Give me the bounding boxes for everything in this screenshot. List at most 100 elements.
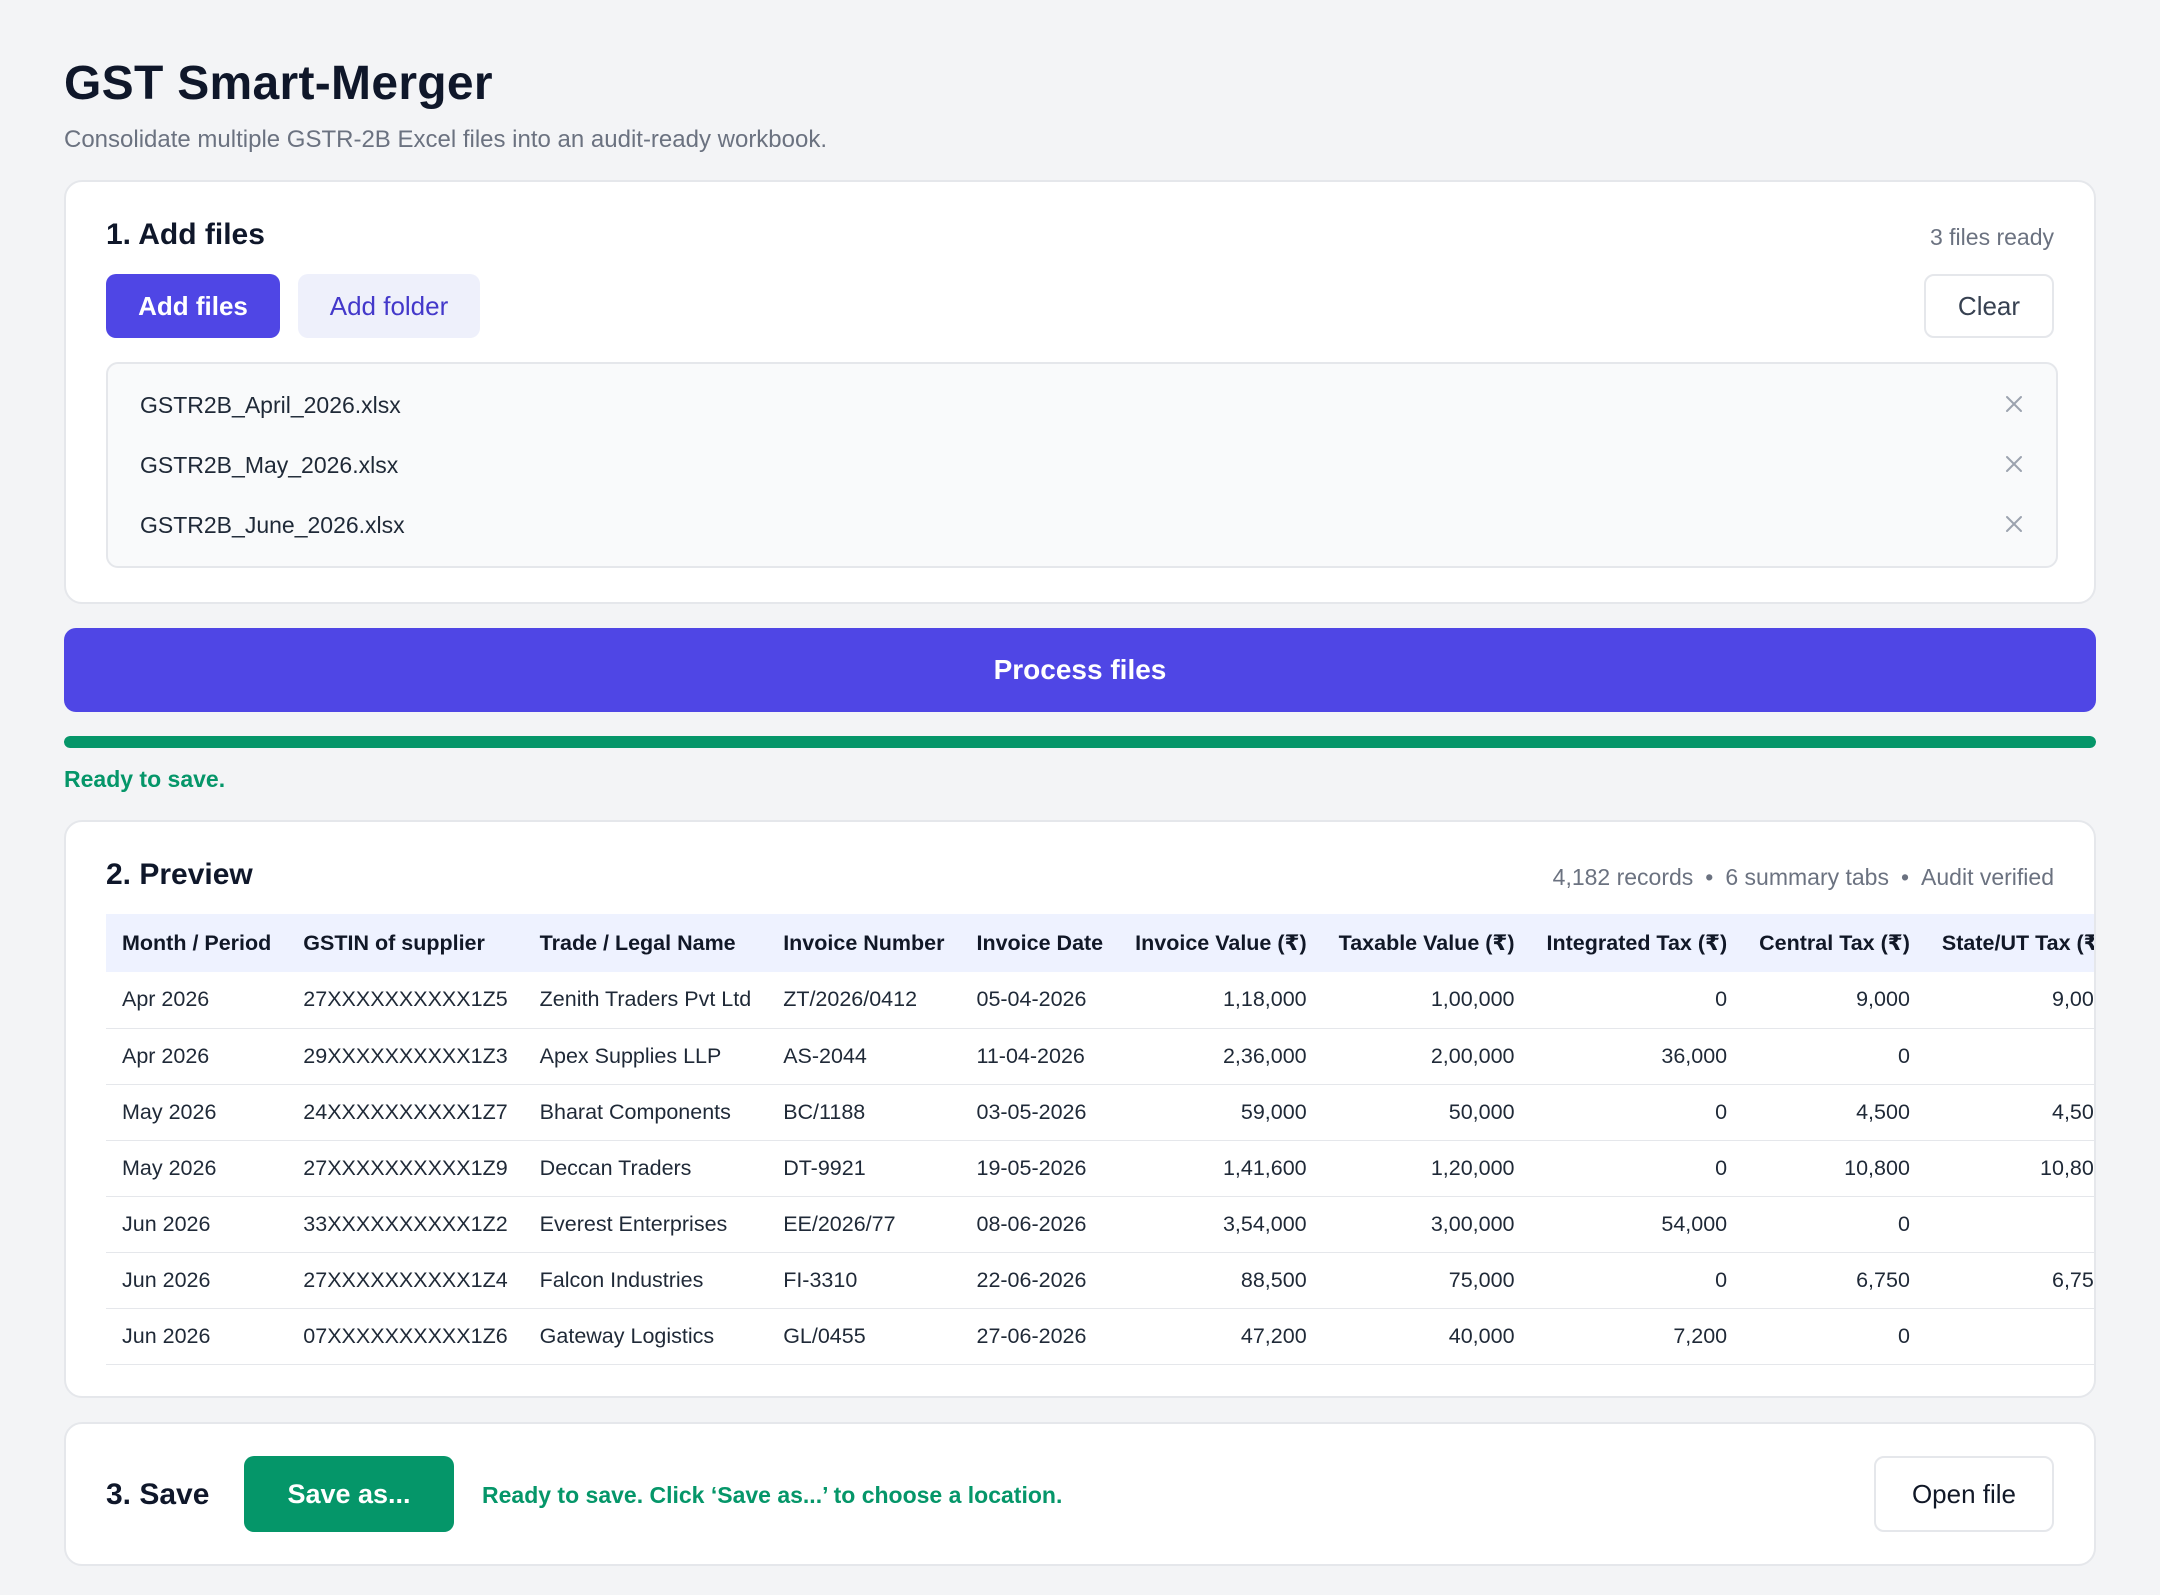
table-cell: May 2026 [106, 1140, 288, 1197]
file-name: GSTR2B_April_2026.xlsx [140, 392, 401, 418]
column-header[interactable]: Month / Period [106, 914, 288, 972]
table-cell: Jun 2026 [106, 1308, 288, 1365]
table-row[interactable]: Apr 2026 27XXXXXXXXXX1Z5 Zenith Traders Pv… [106, 972, 2094, 1029]
table-cell: Gateway Logistics [523, 1308, 768, 1365]
file-name: GSTR2B_May_2026.xlsx [140, 452, 399, 478]
files-ready-count: 3 files ready [1929, 224, 2054, 250]
column-header[interactable]: State/UT Tax (₹) [1925, 914, 2094, 972]
table-cell: Bharat Components [523, 1084, 768, 1141]
table-cell: 1,41,600 [1119, 1140, 1323, 1197]
save-card: 3. Save Save as... Ready to save. Click … [64, 1422, 2096, 1566]
table-cell: 27XXXXXXXXXX1Z4 [287, 1252, 524, 1309]
table-cell: 40,000 [1322, 1308, 1531, 1365]
file-item: GSTR2B_May_2026.xlsx [108, 436, 2056, 496]
page-subtitle: Consolidate multiple GSTR-2B Excel files… [64, 126, 828, 153]
table-cell: 2,36,000 [1119, 1028, 1323, 1085]
file-item: GSTR2B_April_2026.xlsx [108, 376, 2056, 436]
table-cell: 7,200 [1530, 1308, 1744, 1365]
table-cell: Jun 2026 [106, 1196, 288, 1253]
add-files-button[interactable]: Add files [106, 274, 280, 338]
remove-file-icon[interactable] [2002, 452, 2026, 476]
remove-file-icon[interactable] [2002, 512, 2026, 536]
table-cell: 27-06-2026 [960, 1308, 1120, 1365]
separator-dot: • [1705, 864, 1714, 890]
table-cell: 1,00,000 [1322, 972, 1531, 1029]
remove-file-icon[interactable] [2002, 392, 2026, 416]
column-header[interactable]: Invoice Number [767, 914, 961, 972]
table-cell: 59,000 [1119, 1084, 1323, 1141]
column-header[interactable]: Invoice Date [960, 914, 1120, 972]
column-header[interactable]: Trade / Legal Name [523, 914, 768, 972]
page-title: GST Smart-Merger [64, 57, 493, 110]
table-cell: 29XXXXXXXXXX1Z3 [287, 1028, 524, 1085]
progress-bar [64, 736, 2096, 748]
table-cell: 0 [1743, 1196, 1926, 1253]
table-cell: 50,000 [1322, 1084, 1531, 1141]
table-cell: ZT/2026/0412 [767, 972, 961, 1029]
table-cell: 0 [1530, 972, 1744, 1029]
save-as-button[interactable]: Save as... [244, 1456, 454, 1532]
table-cell: Zenith Traders Pvt Ltd [523, 972, 768, 1029]
preview-table: Month / Period GSTIN of supplier Trade /… [106, 914, 2094, 1365]
table-header-row: Month / Period GSTIN of supplier Trade /… [106, 914, 2094, 972]
table-cell: Everest Enterprises [523, 1196, 768, 1253]
clear-button[interactable]: Clear [1924, 274, 2054, 338]
table-cell: 47,200 [1119, 1308, 1323, 1365]
audit-status: Audit verified [1921, 864, 2054, 890]
table-cell: 1,20,000 [1322, 1140, 1531, 1197]
table-row[interactable]: Jun 2026 33XXXXXXXXXX1Z2 Everest Enterpris… [106, 1196, 2094, 1253]
table-cell: 10,800 [1743, 1140, 1926, 1197]
file-item: GSTR2B_June_2026.xlsx [108, 496, 2056, 556]
table-cell: DT-9921 [767, 1140, 961, 1197]
process-files-button[interactable]: Process files [64, 628, 2096, 712]
table-cell: Apex Supplies LLP [523, 1028, 768, 1085]
table-cell: 07XXXXXXXXXX1Z6 [287, 1308, 524, 1365]
table-row[interactable]: Jun 2026 27XXXXXXXXXX1Z4 Falcon Industries… [106, 1252, 2094, 1309]
table-cell: FI-3310 [767, 1252, 961, 1309]
table-cell: 9,000 [1743, 972, 1926, 1029]
table-row[interactable]: May 2026 27XXXXXXXXXX1Z9 Deccan Traders DT-… [106, 1140, 2094, 1197]
table-cell: BC/1188 [767, 1084, 961, 1141]
table-cell: EE/2026/77 [767, 1196, 961, 1253]
column-header[interactable]: Invoice Value (₹) [1119, 914, 1323, 972]
table-cell: 2,00,000 [1322, 1028, 1531, 1085]
save-status: Ready to save. Click ‘Save as...’ to cho… [482, 1482, 1063, 1508]
table-cell: 05-04-2026 [960, 972, 1120, 1029]
table-cell: 4,500 [1743, 1084, 1926, 1141]
table-cell: 11-04-2026 [960, 1028, 1120, 1085]
table-cell: 24XXXXXXXXXX1Z7 [287, 1084, 524, 1141]
table-cell: 75,000 [1322, 1252, 1531, 1309]
table-cell: 27XXXXXXXXXX1Z9 [287, 1140, 524, 1197]
table-cell: 4,500 [1925, 1084, 2094, 1141]
save-section-title: 3. Save [106, 1478, 210, 1511]
summary-tabs-count: 6 summary tabs [1725, 864, 1889, 890]
table-cell: 0 [1530, 1084, 1744, 1141]
table-row[interactable]: Jun 2026 07XXXXXXXXXX1Z6 Gateway Logistics… [106, 1308, 2094, 1365]
table-cell: Apr 2026 [106, 972, 288, 1029]
table-cell: 3,54,000 [1119, 1196, 1323, 1253]
table-cell: 22-06-2026 [960, 1252, 1120, 1309]
preview-card: 2. Preview 4,182 records • 6 summary tabs •… [64, 820, 2096, 1398]
column-header[interactable]: Taxable Value (₹) [1322, 914, 1531, 972]
table-cell: Deccan Traders [523, 1140, 768, 1197]
column-header[interactable]: GSTIN of supplier [287, 914, 524, 972]
table-cell: 6,750 [1925, 1252, 2094, 1309]
table-cell: 0 [1925, 1196, 2094, 1253]
add-folder-button[interactable]: Add folder [298, 274, 480, 338]
table-cell: Jun 2026 [106, 1252, 288, 1309]
table-cell: AS-2044 [767, 1028, 961, 1085]
table-row[interactable]: Apr 2026 29XXXXXXXXXX1Z3 Apex Supplies LLP… [106, 1028, 2094, 1085]
table-cell: 0 [1925, 1028, 2094, 1085]
table-cell: 36,000 [1530, 1028, 1744, 1085]
table-cell: 10,800 [1925, 1140, 2094, 1197]
table-row[interactable]: May 2026 24XXXXXXXXXX1Z7 Bharat Components… [106, 1084, 2094, 1141]
table-cell: 0 [1925, 1308, 2094, 1365]
table-cell: 54,000 [1530, 1196, 1744, 1253]
column-header[interactable]: Integrated Tax (₹) [1530, 914, 1744, 972]
table-cell: 3,00,000 [1322, 1196, 1531, 1253]
open-file-button[interactable]: Open file [1874, 1456, 2054, 1532]
table-cell: 03-05-2026 [960, 1084, 1120, 1141]
column-header[interactable]: Central Tax (₹) [1743, 914, 1926, 972]
preview-table-container[interactable]: Month / Period GSTIN of supplier Trade /… [106, 914, 2094, 1365]
file-list: GSTR2B_April_2026.xlsx GSTR2B_May_2026.x… [106, 362, 2058, 568]
